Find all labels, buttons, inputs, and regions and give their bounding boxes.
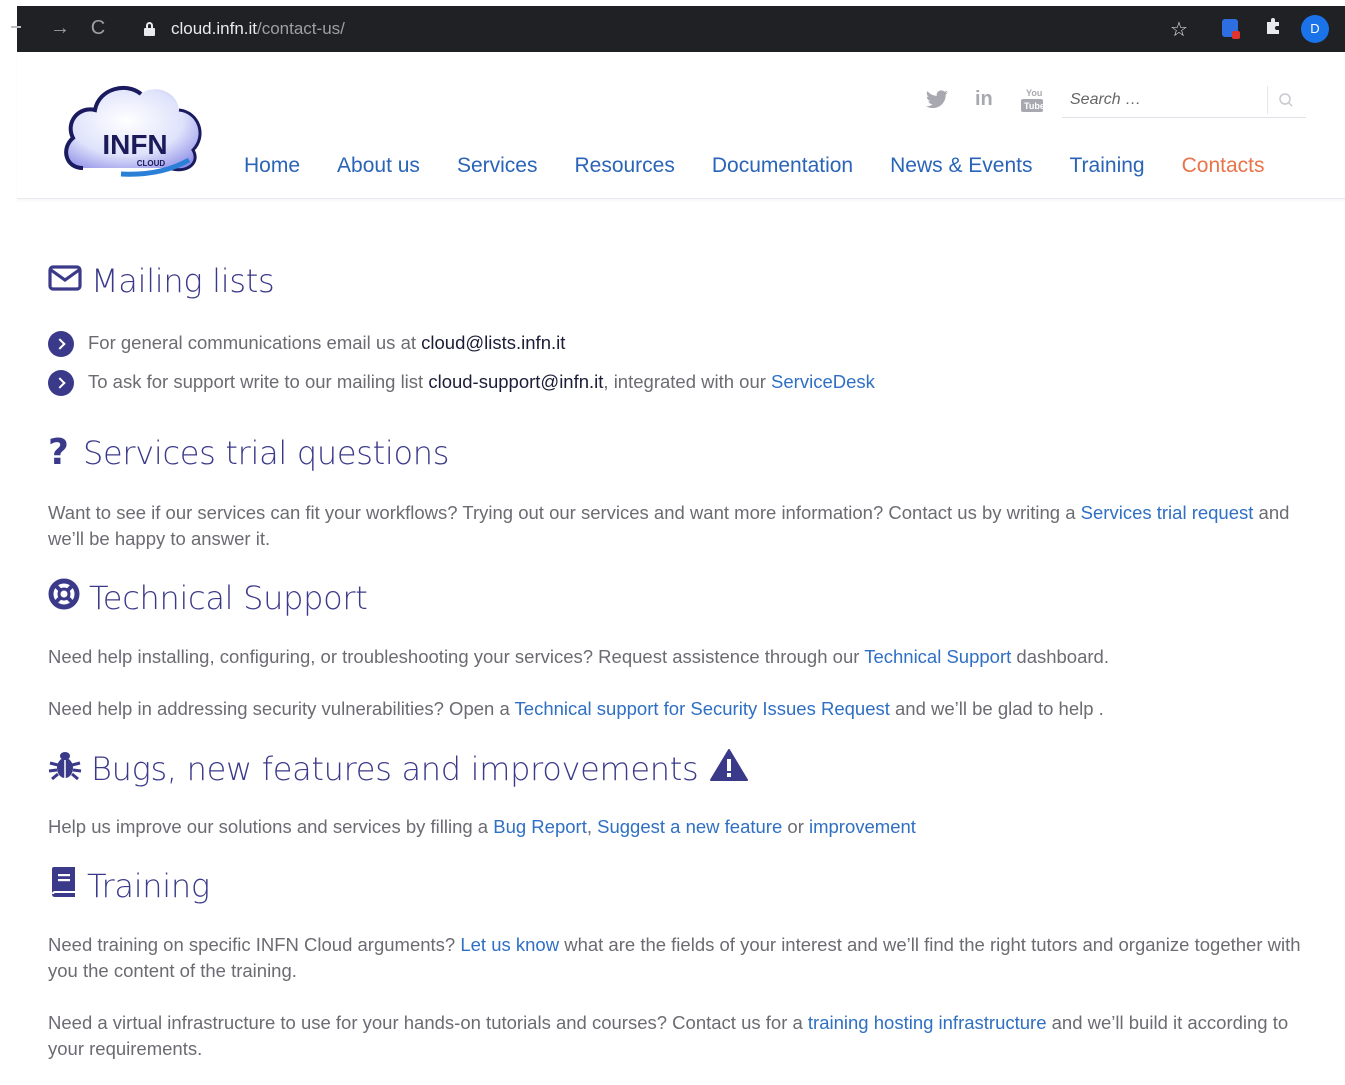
chevron-right-icon — [48, 331, 74, 357]
life-ring-icon — [48, 578, 80, 618]
infn-cloud-logo[interactable]: INFN CLOUD — [61, 80, 205, 178]
warning-icon — [709, 748, 749, 790]
bugs-title: Bugs, new features and improvements — [91, 750, 699, 788]
bug-report-link[interactable]: Bug Report — [493, 816, 587, 837]
linkedin-icon[interactable]: in — [975, 88, 993, 111]
main-nav: Home About us Services Resources Documen… — [244, 154, 1264, 178]
url-host: cloud.infn.it — [171, 19, 257, 38]
paragraph-text: Need help installing, configuring, or tr… — [48, 646, 865, 667]
site-header: INFN CLOUD in You Tube Home About us Serv… — [17, 52, 1345, 199]
support-text-2: Need help in addressing security vulnera… — [48, 696, 1325, 722]
bug-icon — [48, 750, 82, 788]
chevron-right-icon — [48, 370, 74, 396]
search-button[interactable] — [1267, 86, 1305, 114]
question-mark-icon: ? — [48, 432, 69, 473]
security-issues-request-link[interactable]: Technical support for Security Issues Re… — [515, 698, 890, 719]
support-text-1: Need help installing, configuring, or tr… — [48, 644, 1325, 670]
nav-resources[interactable]: Resources — [574, 154, 674, 178]
training-text-1: Need training on specific INFN Cloud arg… — [48, 932, 1325, 984]
address-bar[interactable]: cloud.infn.it/contact-us/ — [128, 13, 1198, 45]
paragraph-text: Need a virtual infrastructure to use for… — [48, 1012, 808, 1033]
paragraph-text: and we’ll be glad to help . — [889, 698, 1104, 719]
nav-services[interactable]: Services — [457, 154, 538, 178]
search-icon — [1279, 93, 1293, 107]
profile-avatar[interactable]: D — [1301, 15, 1329, 43]
general-email-link[interactable]: cloud@lists.infn.it — [421, 332, 565, 353]
search-input[interactable] — [1062, 86, 1262, 114]
nav-contacts[interactable]: Contacts — [1182, 154, 1265, 178]
mailing-list: For general communications email us at c… — [48, 330, 1325, 396]
lock-icon[interactable] — [144, 22, 155, 36]
paragraph-text: or — [782, 816, 809, 837]
svg-text:You: You — [1026, 88, 1042, 98]
url-path: /contact-us/ — [257, 19, 345, 38]
nav-documentation[interactable]: Documentation — [712, 154, 853, 178]
training-text-2: Need a virtual infrastructure to use for… — [48, 1010, 1325, 1062]
services-trial-text: Want to see if our services can fit your… — [48, 500, 1325, 552]
training-hosting-link[interactable]: training hosting infrastructure — [808, 1012, 1047, 1033]
book-icon — [48, 866, 78, 906]
bugs-heading: Bugs, new features and improvements — [48, 748, 1325, 790]
technical-support-link[interactable]: Technical Support — [864, 646, 1011, 667]
item-text: For general communications email us at — [88, 332, 422, 353]
paragraph-text: , — [586, 816, 598, 837]
browser-toolbar: → C cloud.infn.it/contact-us/ ☆ D — [11, 6, 1345, 52]
search-box — [1062, 82, 1306, 118]
twitter-icon[interactable] — [925, 90, 949, 115]
logo-sub-text: CLOUD — [137, 159, 166, 168]
paragraph-text: Want to see if our services can fit your… — [48, 502, 1081, 523]
paragraph-text: Need training on specific INFN Cloud arg… — [48, 934, 461, 955]
nav-training[interactable]: Training — [1070, 154, 1145, 178]
bookmark-star-icon[interactable]: ☆ — [1170, 17, 1188, 42]
nav-home[interactable]: Home — [244, 154, 300, 178]
servicedesk-link[interactable]: ServiceDesk — [771, 371, 875, 392]
mailing-lists-heading: Mailing lists — [48, 262, 1325, 300]
services-trial-title: Services trial questions — [83, 433, 450, 472]
services-trial-heading: ? Services trial questions — [48, 432, 1325, 473]
extensions-puzzle-icon[interactable] — [1264, 16, 1284, 42]
item-text: , integrated with our — [603, 371, 772, 392]
svg-text:Tube: Tube — [1024, 101, 1044, 111]
technical-support-title: Technical Support — [89, 579, 368, 617]
services-trial-request-link[interactable]: Services trial request — [1081, 502, 1254, 523]
reload-icon[interactable]: C — [86, 16, 110, 40]
extension-shield-icon[interactable] — [1222, 19, 1240, 39]
main-content: Mailing lists For general communications… — [48, 262, 1325, 1062]
logo-main-text: INFN — [102, 129, 167, 160]
mailing-lists-title: Mailing lists — [91, 262, 275, 300]
training-title: Training — [87, 867, 210, 905]
nav-about-us[interactable]: About us — [337, 154, 420, 178]
let-us-know-link[interactable]: Let us know — [460, 934, 559, 955]
training-heading: Training — [48, 866, 1325, 906]
youtube-icon[interactable]: You Tube — [1020, 87, 1045, 118]
list-item: To ask for support write to our mailing … — [48, 369, 1325, 396]
improvement-link[interactable]: improvement — [809, 816, 916, 837]
url-text[interactable]: cloud.infn.it/contact-us/ — [171, 19, 345, 39]
support-email-link[interactable]: cloud-support@infn.it — [428, 371, 603, 392]
paragraph-text: Help us improve our solutions and servic… — [48, 816, 494, 837]
forward-icon[interactable]: → — [48, 16, 72, 40]
bugs-text: Help us improve our solutions and servic… — [48, 814, 1325, 840]
paragraph-text: dashboard. — [1011, 646, 1109, 667]
list-item: For general communications email us at c… — [48, 330, 1325, 357]
envelope-icon — [48, 262, 82, 300]
technical-support-heading: Technical Support — [48, 578, 1325, 618]
paragraph-text: Need help in addressing security vulnera… — [48, 698, 515, 719]
tab-edge — [11, 26, 21, 28]
item-text: To ask for support write to our mailing … — [88, 371, 429, 392]
suggest-feature-link[interactable]: Suggest a new feature — [597, 816, 782, 837]
nav-news-events[interactable]: News & Events — [890, 154, 1032, 178]
